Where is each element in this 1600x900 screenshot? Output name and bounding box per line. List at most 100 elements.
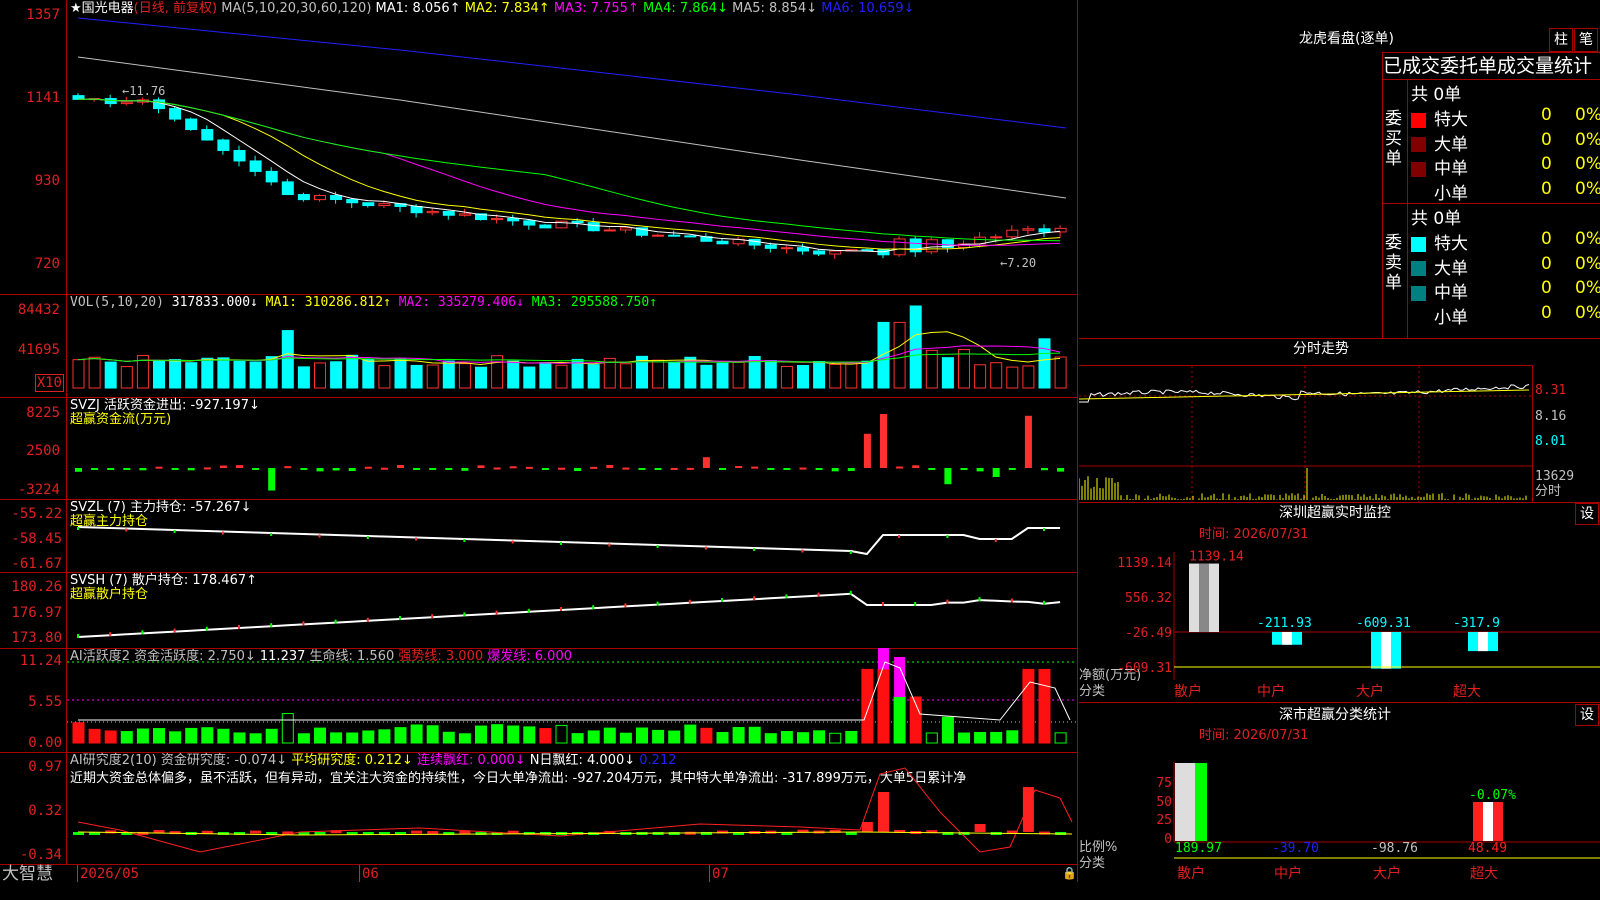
- ai-activity-panel[interactable]: 11.24 5.55 0.00 AI活跃度2 资金活跃度: 2.750↓ 11.…: [0, 648, 1078, 753]
- classify-top-label: -0.07%: [1469, 788, 1516, 803]
- svzl-panel[interactable]: -55.22 -58.45 -61.67 SVZL (7) 主力持仓: -57.…: [0, 499, 1078, 573]
- order-size-label: 大单: [1434, 134, 1468, 155]
- activity-bar: [1038, 668, 1051, 744]
- svzl-chart: [77, 526, 1061, 556]
- swatch-icon: [1411, 236, 1426, 252]
- activity-bar: [732, 727, 745, 744]
- svsh-tick-mark: [431, 614, 434, 619]
- candle-body: [249, 160, 262, 172]
- volume-bar: [442, 360, 455, 389]
- svzl-tick-mark: [270, 533, 273, 536]
- intraday-chart-box[interactable]: [1079, 365, 1533, 503]
- volume-bar: [120, 366, 133, 389]
- volume-bar: [491, 355, 504, 389]
- activity-bar: [716, 731, 729, 744]
- order-count: 0: [1541, 302, 1552, 323]
- svsh-tick-mark: [914, 602, 917, 606]
- activity-bar: [442, 731, 455, 744]
- order-stats-title: 已成交委托单成交量统计: [1383, 55, 1593, 77]
- svzj-chart: [75, 414, 1065, 491]
- candle-body: [297, 194, 310, 201]
- volume-bar: [346, 354, 359, 389]
- volume-bar: [378, 365, 391, 389]
- volume-bar: [362, 358, 375, 389]
- flow-bar: [944, 468, 952, 485]
- classify-tick: 75: [1156, 776, 1172, 791]
- flow-bar: [799, 467, 807, 470]
- svzl-tick-mark: [898, 535, 901, 538]
- svsh-panel[interactable]: 180.26 176.97 173.80 SVSH (7) 散户持仓: 178.…: [0, 572, 1078, 649]
- intraday-price-tick: 8.31: [1535, 383, 1567, 398]
- volume-bar: [153, 360, 165, 389]
- activity-bar: [668, 730, 681, 744]
- svzl-tick-mark: [704, 546, 707, 550]
- svsh-tick-mark: [399, 616, 401, 620]
- ai-research-chart: [73, 767, 1073, 853]
- volume-bar: [716, 362, 729, 389]
- activity-bar: [72, 722, 85, 744]
- flow-bar: [171, 468, 179, 470]
- research-line: [77, 767, 1073, 853]
- volume-bar: [909, 305, 922, 389]
- candle-body: [716, 240, 729, 245]
- volume-bar: [1006, 366, 1019, 389]
- activity-bar: [458, 733, 471, 744]
- activity-bar: [539, 728, 552, 744]
- candle-body: [233, 149, 246, 162]
- order-pct: 0%: [1575, 278, 1600, 298]
- candle-body: [1006, 229, 1019, 238]
- classify-bar-highlight: [1195, 763, 1207, 841]
- ma5-line: [77, 98, 1061, 253]
- activity-bar: [1054, 732, 1067, 744]
- activity-bar: [555, 724, 568, 744]
- research-bar: [878, 792, 889, 832]
- svzj-panel[interactable]: 8225 2500 -3224 SVZJ 活跃资金进出: -927.197↓ 超…: [0, 397, 1078, 500]
- svsh-tick-mark: [624, 603, 627, 608]
- buy-row: 中单 0 0%: [1411, 154, 1600, 179]
- activity-bar: [587, 730, 600, 744]
- activity-bar: [249, 733, 262, 744]
- candle-body: [426, 210, 439, 214]
- activity-bar: [877, 668, 890, 744]
- buy-row: 小单 0 0%: [1411, 179, 1600, 204]
- bar-mode-button[interactable]: 柱: [1549, 28, 1573, 52]
- activity-bar: [684, 724, 697, 744]
- classify-category: 大户: [1373, 865, 1401, 882]
- candle-body: [507, 217, 520, 222]
- volume-bar: [974, 364, 987, 389]
- volume-bar: [587, 364, 600, 389]
- ai-research-panel[interactable]: 0.97 0.32 -0.34 AI研究度2(10) 资金研究度: -0.074…: [0, 752, 1078, 864]
- flow-bar: [558, 467, 565, 470]
- monitor-bar-highlight: [1282, 632, 1292, 645]
- volume-panel[interactable]: 84432 41695 X10 VOL(5,10,20) 317833.000↓…: [0, 294, 1078, 398]
- monitor-tick: 556.32: [1125, 591, 1172, 606]
- order-pct: 0%: [1575, 178, 1600, 199]
- intraday-vol-tick: 13629: [1535, 469, 1575, 484]
- sell-row: 大单 0 0%: [1411, 254, 1600, 279]
- candle-body: [829, 250, 842, 255]
- activity-bar: [829, 732, 842, 744]
- lock-icon[interactable]: 🔒: [1062, 866, 1077, 881]
- activity-bar: [700, 727, 713, 744]
- volume-bar: [314, 362, 326, 389]
- candle-body: [169, 108, 182, 120]
- svzl-tick-mark: [801, 549, 804, 553]
- price-panel[interactable]: 1357 1141 930 720 ★国光电器(日线, 前复权) MA(5,10…: [0, 0, 1078, 295]
- monitor-bar-highlight: [1381, 632, 1391, 669]
- volume-bar: [877, 321, 890, 389]
- svzl-tick-mark: [608, 543, 611, 547]
- activity-bar: [925, 732, 938, 744]
- svsh-chart: [77, 590, 1061, 638]
- flow-bar: [976, 468, 984, 472]
- monitor-xlabel: 分类: [1079, 684, 1106, 699]
- svsh-tick-mark: [656, 601, 659, 606]
- volume-bar: [813, 361, 826, 389]
- order-pct: 0%: [1575, 154, 1600, 174]
- flow-bar: [75, 468, 82, 472]
- volume-bar: [797, 364, 809, 389]
- volume-bar: [458, 363, 471, 389]
- flow-bar: [364, 466, 372, 469]
- tick-mode-button[interactable]: 笔: [1574, 28, 1598, 52]
- buy-total: 共 0单: [1411, 85, 1462, 105]
- svzl-tick-mark: [366, 536, 369, 539]
